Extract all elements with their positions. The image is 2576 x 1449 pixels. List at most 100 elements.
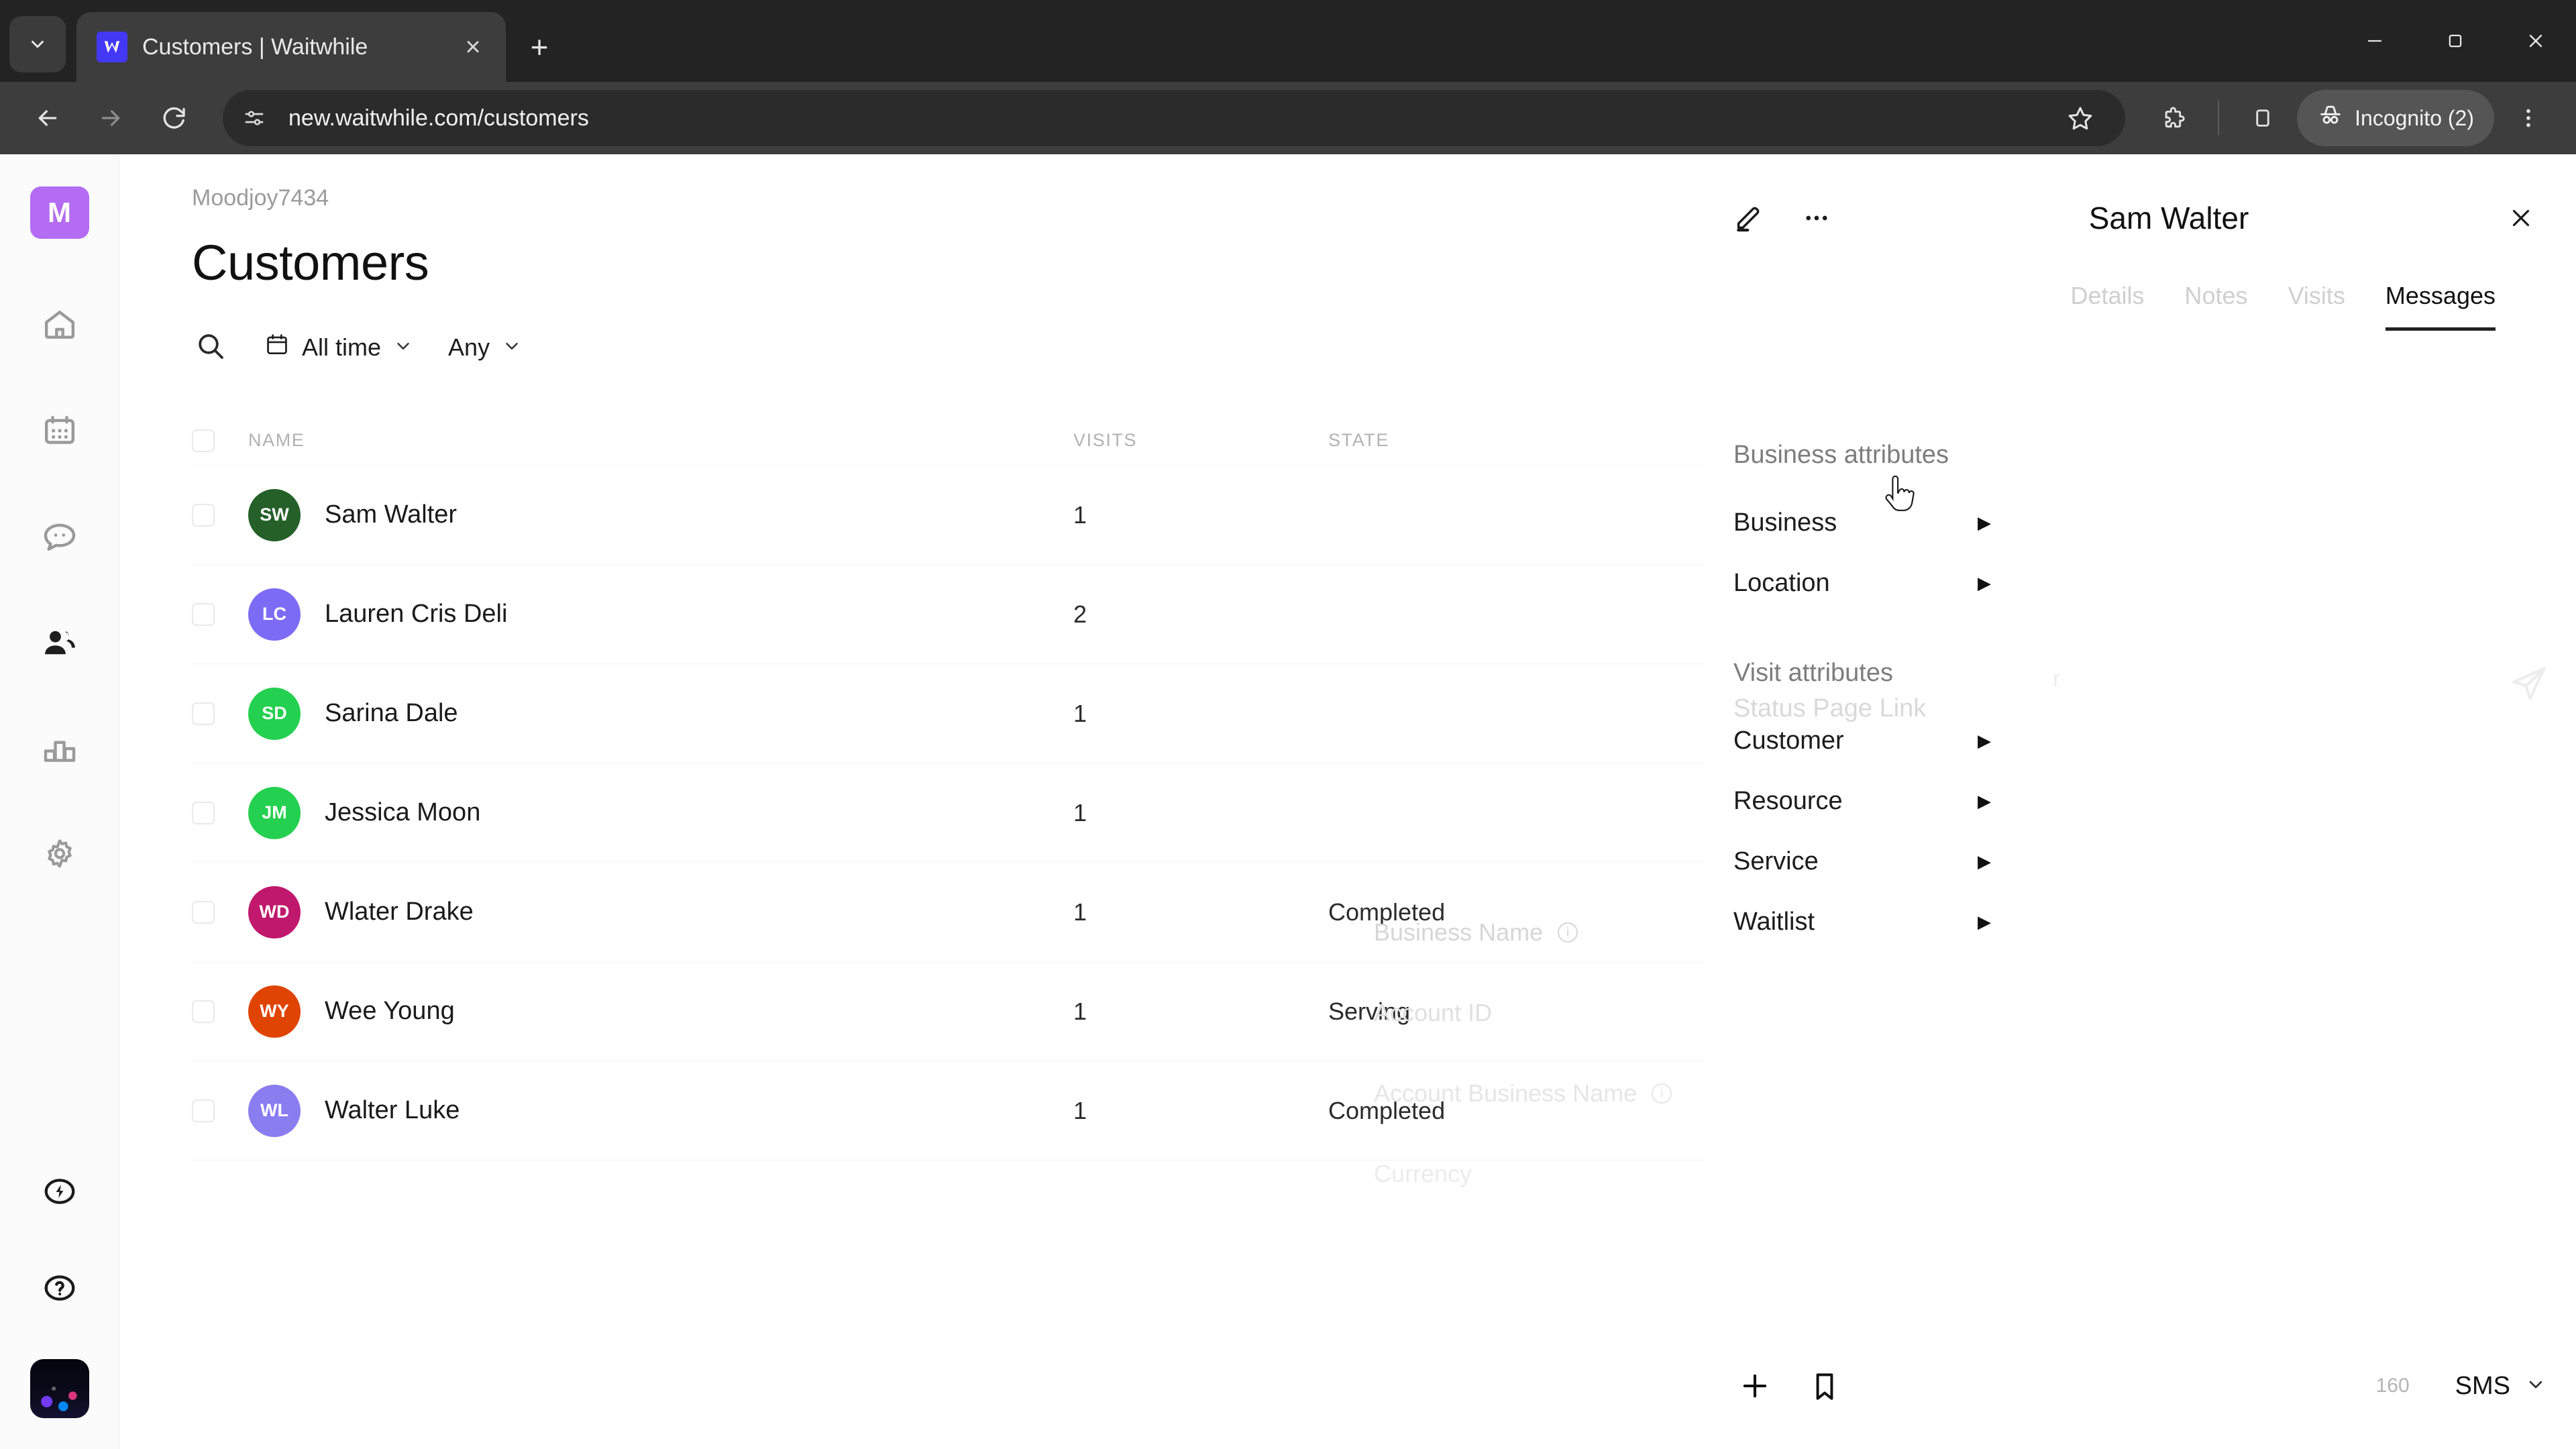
- calendar-icon: [41, 412, 78, 453]
- sidebar-item-customers[interactable]: [28, 612, 92, 676]
- row-checkbox[interactable]: [192, 602, 248, 626]
- attribute-item-service[interactable]: Service ▶: [1733, 831, 2015, 892]
- attribute-item-location[interactable]: Location ▶: [1733, 553, 2015, 613]
- chat-bubble-icon: [41, 518, 78, 559]
- chevron-right-icon: ▶: [1978, 731, 1991, 751]
- visit-state: Completed: [1328, 1096, 1446, 1124]
- table-row[interactable]: JM Jessica Moon 1: [192, 763, 1704, 863]
- attribute-item-waitlist[interactable]: Waitlist ▶: [1733, 892, 2015, 952]
- browser-tab[interactable]: Customers | Waitwhile ×: [76, 12, 506, 82]
- customer-name: Walter Luke: [325, 1096, 460, 1124]
- url-text: new.waitwhile.com/customers: [288, 105, 589, 131]
- sidebar-item-home[interactable]: [28, 294, 92, 358]
- pencil-icon[interactable]: [1723, 193, 1774, 244]
- window-controls: [2334, 0, 2576, 82]
- customers-table: NAME VISITS STATE SW Sam Walter 1 LC Lauren …: [192, 416, 1704, 1161]
- tab-notes[interactable]: Notes: [2185, 282, 2248, 331]
- window-close-icon[interactable]: [2496, 0, 2576, 82]
- three-dot-menu-icon[interactable]: [1791, 193, 1842, 244]
- gear-icon: [41, 836, 78, 877]
- customer-name: Wee Young: [325, 997, 455, 1025]
- row-checkbox[interactable]: [192, 801, 248, 824]
- row-checkbox[interactable]: [192, 503, 248, 527]
- profile-label: Incognito (2): [2355, 105, 2474, 130]
- close-icon[interactable]: ×: [458, 34, 488, 60]
- row-checkbox[interactable]: [192, 1099, 248, 1122]
- visit-state: Serving: [1328, 997, 1411, 1025]
- back-arrow-icon[interactable]: [19, 89, 76, 147]
- reload-icon[interactable]: [145, 89, 203, 147]
- attribute-group-heading: Visit attributes: [1733, 659, 1893, 687]
- forward-arrow-icon[interactable]: [82, 89, 140, 147]
- new-tab-button[interactable]: +: [513, 20, 566, 74]
- site-settings-icon[interactable]: [232, 96, 276, 140]
- visits-count: 1: [1073, 898, 1087, 926]
- attribute-item-label: Customer: [1733, 726, 1844, 755]
- workspace-logo[interactable]: M: [30, 186, 89, 239]
- sidebar-item-settings[interactable]: [28, 824, 92, 888]
- row-checkbox[interactable]: [192, 702, 248, 725]
- state-filter[interactable]: Any: [448, 333, 522, 362]
- table-row[interactable]: SW Sam Walter 1: [192, 466, 1704, 565]
- bookmark-icon[interactable]: [1803, 1364, 1846, 1407]
- address-bar[interactable]: new.waitwhile.com/customers: [223, 89, 2126, 147]
- visit-state: Completed: [1328, 898, 1446, 926]
- ghost-submenu-label: Currency: [1374, 1160, 1472, 1187]
- maximize-icon[interactable]: [2415, 0, 2496, 82]
- date-range-filter[interactable]: All time: [264, 332, 413, 364]
- sidebar-item-analytics[interactable]: [28, 718, 92, 782]
- row-checkbox[interactable]: [192, 900, 248, 924]
- table-row[interactable]: WD Wlater Drake 1 Completed: [192, 863, 1704, 962]
- customer-name: Sam Walter: [325, 500, 458, 529]
- incognito-hat-icon: [2317, 102, 2344, 134]
- incognito-profile-button[interactable]: Incognito (2): [2297, 90, 2494, 146]
- three-dot-menu-icon[interactable]: [2500, 89, 2557, 147]
- chevron-right-icon: ▶: [1978, 851, 1991, 871]
- sidebar-item-help[interactable]: [28, 1257, 92, 1322]
- attribute-item-label: Resource: [1733, 786, 1843, 815]
- avatar[interactable]: [30, 1359, 89, 1418]
- row-checkbox[interactable]: [192, 1000, 248, 1023]
- star-icon[interactable]: [2051, 89, 2109, 147]
- sidebar-item-messages[interactable]: [28, 506, 92, 570]
- state-filter-label: Any: [448, 333, 490, 361]
- attribute-item-label: Waitlist: [1733, 907, 1815, 936]
- tab-visits[interactable]: Visits: [2288, 282, 2345, 331]
- customer-name: Jessica Moon: [325, 798, 481, 826]
- minimize-icon[interactable]: [2334, 0, 2415, 82]
- send-paper-plane-icon[interactable]: [2509, 663, 2549, 707]
- chevron-right-icon: ▶: [1978, 791, 1991, 811]
- search-input[interactable]: [192, 329, 229, 366]
- status-page-link-ghost: Status Page Link: [1733, 694, 1927, 722]
- browser-tabstrip: Customers | Waitwhile × +: [0, 0, 2576, 82]
- avatar: WY: [248, 985, 301, 1038]
- breadcrumb[interactable]: Moodjoy7434: [192, 185, 1704, 211]
- chevron-right-icon: ▶: [1978, 573, 1991, 593]
- avatar: SD: [248, 687, 301, 740]
- panel-title: Sam Walter: [2088, 201, 2249, 235]
- attribute-item-business[interactable]: Business ▶: [1733, 492, 2015, 553]
- table-row[interactable]: WL Walter Luke 1 Completed: [192, 1061, 1704, 1161]
- question-circle-icon: [42, 1270, 78, 1309]
- puzzle-icon[interactable]: [2145, 89, 2203, 147]
- lightning-circle-icon: [42, 1173, 78, 1213]
- select-all-checkbox[interactable]: [192, 429, 248, 452]
- sidebar-item-power[interactable]: [28, 1161, 92, 1225]
- tab-details[interactable]: Details: [2070, 282, 2144, 331]
- attribute-item-resource[interactable]: Resource ▶: [1733, 771, 2015, 831]
- table-row[interactable]: SD Sarina Dale 1: [192, 664, 1704, 763]
- customer-name: Sarina Dale: [325, 699, 458, 727]
- table-row[interactable]: WY Wee Young 1 Serving: [192, 962, 1704, 1061]
- tab-search-button[interactable]: [9, 16, 66, 72]
- chevron-down-icon: [2525, 1374, 2546, 1398]
- tab-messages[interactable]: Messages: [2385, 282, 2496, 331]
- plus-icon[interactable]: [1733, 1364, 1776, 1407]
- channel-selector[interactable]: SMS: [2455, 1372, 2546, 1401]
- app-sidebar: M: [0, 154, 119, 1449]
- side-panel-icon[interactable]: [2234, 89, 2292, 147]
- sidebar-item-calendar[interactable]: [28, 400, 92, 464]
- ghost-text-cursor: r: [2053, 666, 2061, 692]
- panel-tabs: Details Notes Visits Messages: [1704, 282, 2576, 331]
- close-icon[interactable]: [2496, 193, 2546, 244]
- table-row[interactable]: LC Lauren Cris Deli 2: [192, 565, 1704, 664]
